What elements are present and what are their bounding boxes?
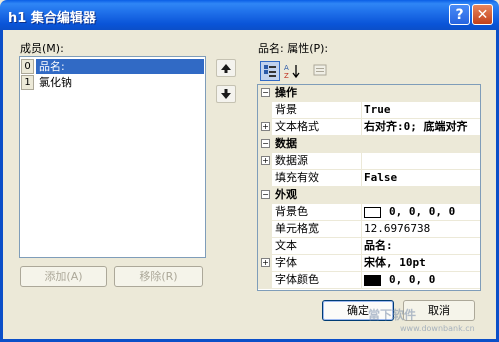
category-row-data[interactable]: − 数据 — [258, 136, 480, 153]
property-row-back-color[interactable]: 背景色 0, 0, 0, 0 — [258, 204, 480, 221]
column-divider — [361, 170, 362, 186]
list-item-member-0[interactable]: 0 品名: — [21, 59, 204, 74]
property-name: 数据源 — [275, 154, 308, 167]
category-row-operation[interactable]: − 操作 — [258, 85, 480, 102]
property-value[interactable]: 品名: — [364, 238, 480, 254]
row-gutter: + — [258, 153, 272, 169]
property-name: 背景色 — [275, 205, 308, 218]
column-divider — [361, 272, 362, 288]
property-row-fill-valid[interactable]: 填充有效 False — [258, 170, 480, 187]
property-name: 背景 — [275, 103, 297, 116]
property-name: 字体颜色 — [275, 273, 319, 286]
svg-text:Z: Z — [284, 72, 289, 79]
watermark-url: www.downbank.cn — [400, 324, 475, 333]
member-name: 品名: — [36, 59, 204, 74]
color-swatch — [364, 274, 381, 286]
members-label: 成员(M): — [20, 42, 64, 55]
property-value[interactable]: 宋体, 10pt — [364, 255, 480, 271]
svg-text:A: A — [284, 64, 289, 72]
property-pages-button[interactable] — [310, 61, 330, 81]
row-gutter — [258, 238, 272, 254]
expand-icon[interactable]: + — [261, 122, 270, 131]
property-value: 0, 0, 0, 0 — [389, 205, 456, 218]
property-value[interactable]: True — [364, 102, 480, 118]
categorized-button[interactable] — [260, 61, 280, 81]
help-button[interactable]: ? — [449, 4, 470, 25]
property-value[interactable] — [364, 153, 480, 169]
row-gutter — [258, 221, 272, 237]
category-name: 数据 — [275, 137, 297, 150]
categorized-icon — [264, 65, 276, 77]
property-name: 单元格宽 — [275, 222, 319, 235]
list-item-member-1[interactable]: 1 氯化钠 — [21, 75, 204, 90]
row-gutter: + — [258, 255, 272, 271]
remove-button[interactable]: 移除(R) — [114, 266, 203, 287]
close-button[interactable]: ✕ — [472, 4, 493, 25]
property-pages-icon — [313, 64, 327, 76]
category-name: 操作 — [275, 86, 297, 99]
expand-icon[interactable]: + — [261, 156, 270, 165]
property-grid[interactable]: − 操作 背景 True + 文本格式 右对齐:0; 底端对齐 − 数据 + 数… — [257, 84, 481, 291]
property-name: 填充有效 — [275, 171, 319, 184]
category-row-appearance[interactable]: − 外观 — [258, 187, 480, 204]
property-name: 字体 — [275, 256, 297, 269]
property-value[interactable]: 12.6976738 — [364, 221, 480, 237]
column-divider — [361, 221, 362, 237]
column-divider — [361, 119, 362, 135]
watermark: 當下软件 — [368, 308, 417, 322]
property-value: 0, 0, 0 — [389, 273, 436, 286]
add-button[interactable]: 添加(A) — [20, 266, 107, 287]
collapse-icon[interactable]: − — [261, 139, 270, 148]
row-gutter — [258, 272, 272, 288]
column-divider — [361, 204, 362, 220]
property-value[interactable]: False — [364, 170, 480, 186]
sort-az-icon: A Z — [284, 64, 300, 80]
collapse-icon[interactable]: − — [261, 190, 270, 199]
member-index: 1 — [21, 75, 34, 90]
properties-label: 品名: 属性(P): — [258, 42, 329, 55]
property-name: 文本格式 — [275, 120, 319, 133]
members-list[interactable]: 0 品名: 1 氯化钠 — [19, 56, 206, 258]
member-name: 氯化钠 — [39, 76, 72, 89]
column-divider — [361, 255, 362, 271]
property-row-text[interactable]: 文本 品名: — [258, 238, 480, 255]
row-gutter — [258, 170, 272, 186]
property-row-cell-width[interactable]: 单元格宽 12.6976738 — [258, 221, 480, 238]
property-row-background[interactable]: 背景 True — [258, 102, 480, 119]
property-row-font[interactable]: + 字体 宋体, 10pt — [258, 255, 480, 272]
arrow-down-icon — [221, 89, 231, 99]
column-divider — [361, 153, 362, 169]
property-value[interactable]: 右对齐:0; 底端对齐 — [364, 119, 480, 135]
property-value-cell[interactable]: 0, 0, 0, 0 — [364, 204, 480, 220]
row-gutter — [258, 102, 272, 118]
category-name: 外观 — [275, 188, 297, 201]
move-up-button[interactable] — [216, 59, 236, 77]
property-value-cell[interactable]: 0, 0, 0 — [364, 272, 480, 288]
property-name: 文本 — [275, 239, 297, 252]
property-row-text-format[interactable]: + 文本格式 右对齐:0; 底端对齐 — [258, 119, 480, 136]
arrow-up-icon — [221, 64, 231, 73]
property-row-font-color[interactable]: 字体颜色 0, 0, 0 — [258, 272, 480, 289]
row-gutter — [258, 204, 272, 220]
color-swatch — [364, 206, 381, 218]
collapse-icon[interactable]: − — [261, 88, 270, 97]
window-frame-left — [0, 30, 3, 342]
window-title: h1 集合编辑器 — [8, 11, 96, 26]
column-divider — [361, 238, 362, 254]
move-down-button[interactable] — [216, 85, 236, 103]
member-index: 0 — [21, 59, 34, 74]
title-bar[interactable]: h1 集合编辑器 ? ✕ — [0, 0, 499, 30]
column-divider — [361, 102, 362, 118]
row-gutter: + — [258, 119, 272, 135]
expand-icon[interactable]: + — [261, 258, 270, 267]
property-row-data-source[interactable]: + 数据源 — [258, 153, 480, 170]
alphabetical-button[interactable]: A Z — [282, 61, 302, 81]
